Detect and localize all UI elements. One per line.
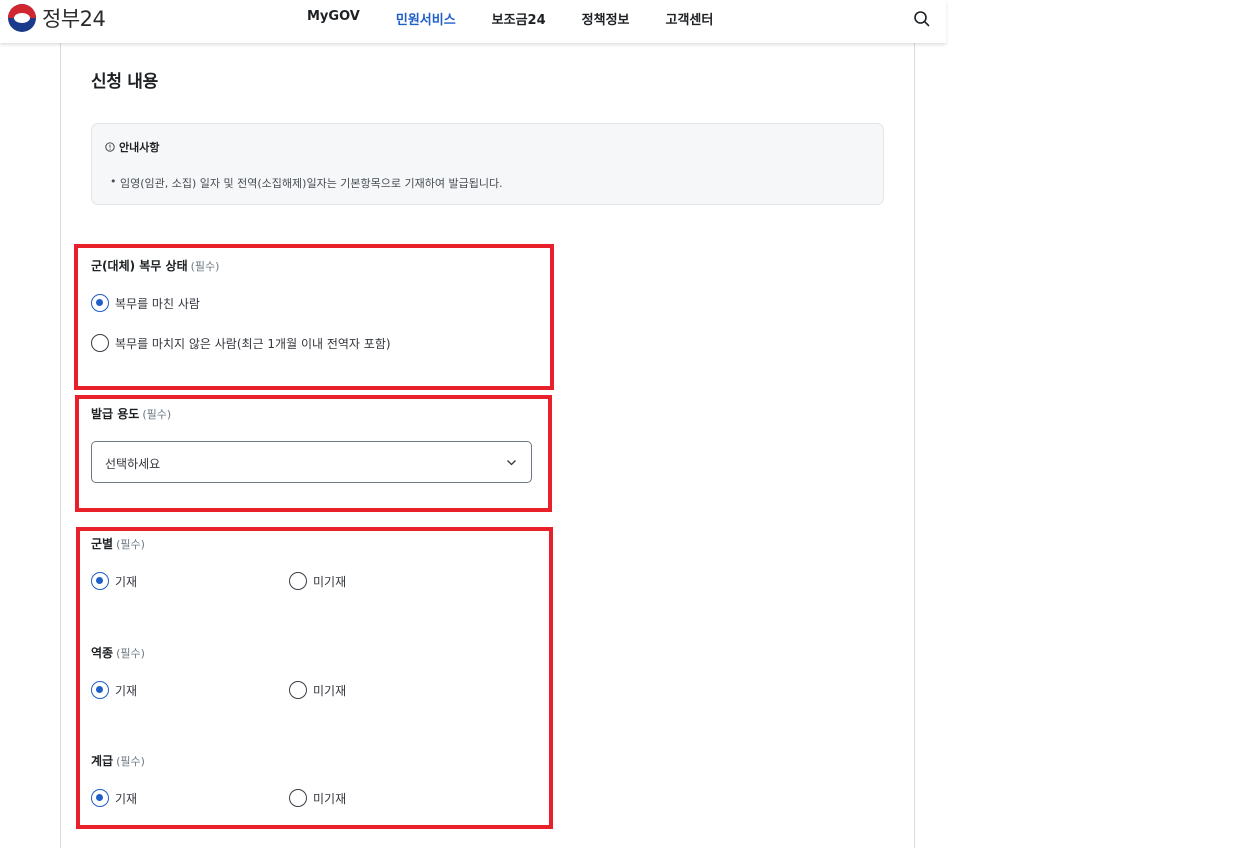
nav-item-civil-services[interactable]: 민원서비스 <box>396 9 456 28</box>
notice-title: 안내사항 <box>119 141 160 154</box>
main-nav: MyGOV 민원서비스 보조금24 정책정보 고객센터 <box>307 9 749 28</box>
page-title: 신청 내용 <box>91 72 158 92</box>
site-logo[interactable]: 정부24 <box>8 3 106 33</box>
radio-unchecked-icon[interactable] <box>289 789 307 807</box>
branch-label: 군별 (필수) <box>91 537 145 551</box>
search-icon[interactable] <box>912 9 932 29</box>
purpose-select-value: 선택하세요 <box>105 457 161 471</box>
notice-box: 안내사항 • 임영(임관, 소집) 일자 및 전역(소집해제)일자는 기본항목으… <box>91 123 884 205</box>
radio-unchecked-icon[interactable] <box>289 572 307 590</box>
radio-checked-icon[interactable] <box>91 681 109 699</box>
service-status-option-completed[interactable]: 복무를 마친 사람 <box>91 294 200 312</box>
site-header: 정부24 MyGOV 민원서비스 보조금24 정책정보 고객센터 <box>0 0 946 43</box>
rank-option-record[interactable]: 기재 <box>91 789 137 807</box>
service-status-label: 군(대체) 복무 상태 (필수) <box>91 259 220 273</box>
radio-checked-icon[interactable] <box>91 294 109 312</box>
notice-header: 안내사항 <box>105 139 159 155</box>
purpose-label: 발급 용도 (필수) <box>91 407 172 421</box>
taegeuk-logo-icon <box>8 4 36 32</box>
nav-item-subsidy24[interactable]: 보조금24 <box>492 9 546 28</box>
chevron-down-icon <box>507 460 516 466</box>
radio-checked-icon[interactable] <box>91 789 109 807</box>
info-circle-icon <box>105 142 115 152</box>
service-type-option-record[interactable]: 기재 <box>91 681 137 699</box>
branch-option-no-record[interactable]: 미기재 <box>289 572 346 590</box>
notice-message: 임영(임관, 소집) 일자 및 전역(소집해제)일자는 기본항목으로 기재하여 … <box>120 177 503 190</box>
rank-option-no-record[interactable]: 미기재 <box>289 789 346 807</box>
purpose-select[interactable]: 선택하세요 <box>91 441 532 483</box>
notice-bullet: • <box>110 175 117 188</box>
notice-text: • 임영(임관, 소집) 일자 및 전역(소집해제)일자는 기본항목으로 기재하… <box>110 175 503 191</box>
rank-label: 계급 (필수) <box>91 754 145 768</box>
radio-checked-icon[interactable] <box>91 572 109 590</box>
service-type-label: 역종 (필수) <box>91 646 145 660</box>
logo-text: 정부24 <box>42 7 106 31</box>
nav-item-customer-center[interactable]: 고객센터 <box>666 9 714 28</box>
nav-item-mygov[interactable]: MyGOV <box>307 9 360 28</box>
service-status-option-not-completed[interactable]: 복무를 마치지 않은 사람(최근 1개월 이내 전역자 포함) <box>91 334 391 352</box>
service-type-option-no-record[interactable]: 미기재 <box>289 681 346 699</box>
radio-unchecked-icon[interactable] <box>91 334 109 352</box>
nav-item-policy-info[interactable]: 정책정보 <box>582 9 630 28</box>
branch-option-record[interactable]: 기재 <box>91 572 137 590</box>
radio-unchecked-icon[interactable] <box>289 681 307 699</box>
